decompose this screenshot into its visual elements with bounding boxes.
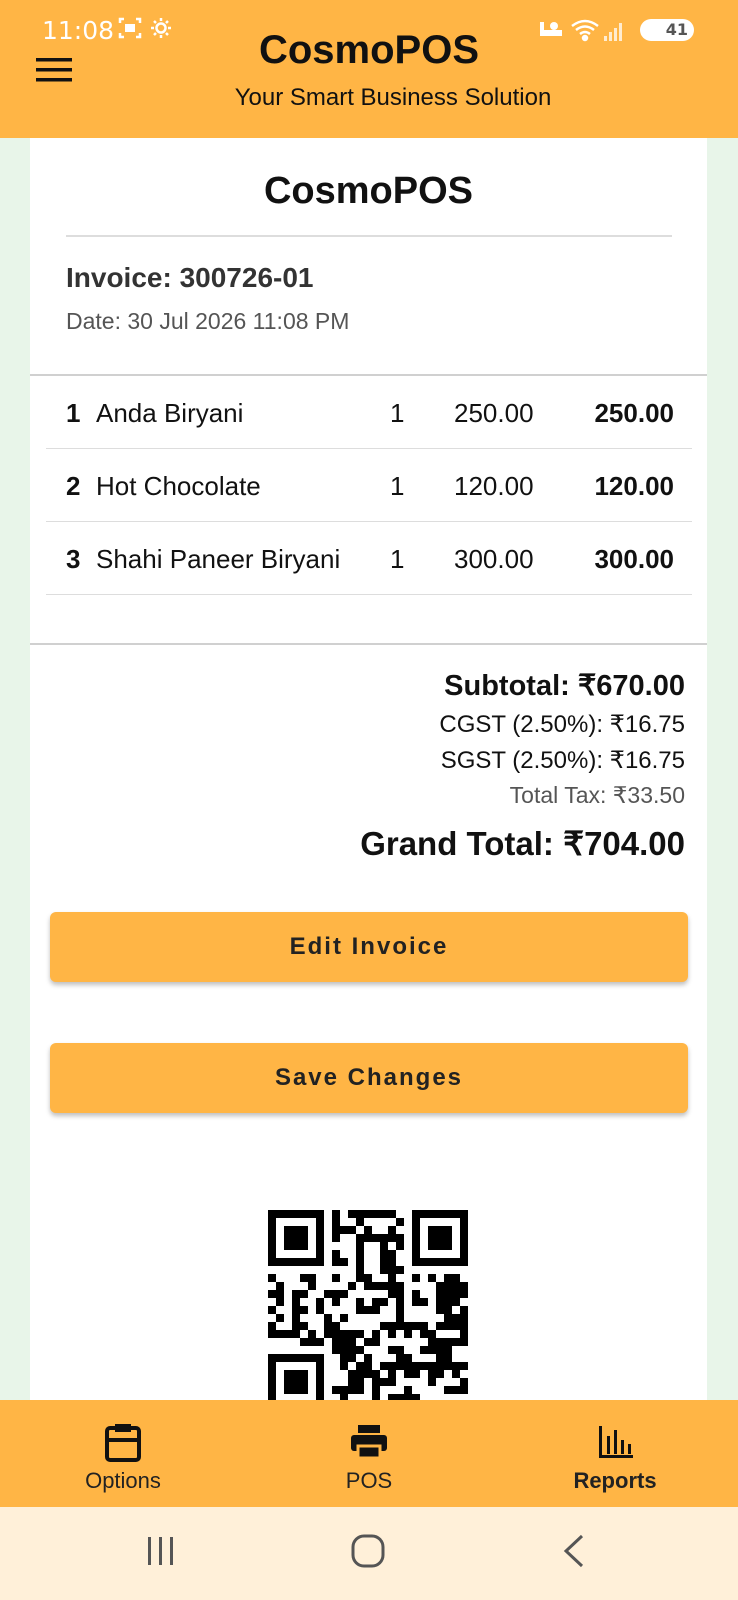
subtotal: Subtotal: ₹670.00 [444, 670, 685, 702]
nav-label: POS [345, 1468, 393, 1493]
cgst: CGST (2.50%): ₹16.75 [439, 711, 685, 738]
item-name: Hot Chocolate [96, 471, 261, 501]
table-row: 1 Anda Biryani 1 250.00 250.00 [46, 376, 692, 449]
sgst: SGST (2.50%): ₹16.75 [440, 747, 685, 774]
item-amount: 120.00 [594, 471, 674, 501]
qr-code [268, 1210, 468, 1400]
receipt-title: CosmoPOS [263, 170, 474, 212]
edit-invoice-button[interactable]: Edit Invoice [50, 912, 688, 982]
clipboard-icon [105, 1424, 141, 1462]
item-index: 2 [66, 471, 81, 501]
grand-total: Grand Total: ₹704.00 [360, 825, 685, 862]
home-icon[interactable] [350, 1533, 386, 1574]
app-title: CosmoPOS [258, 28, 480, 72]
back-icon[interactable] [560, 1533, 590, 1574]
item-qty: 1 [390, 398, 405, 428]
divider [66, 235, 672, 237]
bottom-navigation: Options POS Reports [0, 1400, 738, 1507]
invoice-card: CosmoPOS Invoice: 300726-01 Date: 30 Jul… [30, 138, 707, 1400]
nav-item-reports[interactable]: Reports [492, 1400, 738, 1507]
item-price: 300.00 [454, 544, 534, 574]
save-changes-button[interactable]: Save Changes [50, 1043, 688, 1113]
divider [30, 643, 707, 645]
item-qty: 1 [390, 471, 405, 501]
bar-chart-icon [599, 1426, 633, 1458]
item-index: 1 [66, 398, 81, 428]
item-price: 250.00 [454, 398, 534, 428]
nav-label: Reports [573, 1468, 657, 1493]
nav-item-options[interactable]: Options [0, 1400, 246, 1507]
item-name: Shahi Paneer Biryani [96, 544, 341, 574]
table-row: 2 Hot Chocolate 1 120.00 120.00 [46, 449, 692, 522]
app-header: 11:08 41 CosmoPOS Your Smart Business So… [0, 0, 738, 138]
app-subtitle: Your Smart Business Solution [234, 84, 552, 111]
item-name: Anda Biryani [96, 398, 244, 428]
printer-icon [351, 1425, 387, 1460]
total-tax: Total Tax: ₹33.50 [509, 782, 685, 808]
item-amount: 300.00 [594, 544, 674, 574]
item-index: 3 [66, 544, 81, 574]
recent-apps-icon[interactable] [146, 1533, 176, 1574]
table-row: 3 Shahi Paneer Biryani 1 300.00 300.00 [46, 522, 692, 595]
item-amount: 250.00 [594, 398, 674, 428]
nav-label: Options [85, 1468, 161, 1493]
item-qty: 1 [390, 544, 405, 574]
nav-item-pos[interactable]: POS [246, 1400, 492, 1507]
invoice-number: Invoice: 300726-01 [66, 262, 314, 293]
item-price: 120.00 [454, 471, 534, 501]
invoice-date: Date: 30 Jul 2026 11:08 PM [66, 308, 350, 334]
system-navigation-bar [0, 1507, 738, 1600]
